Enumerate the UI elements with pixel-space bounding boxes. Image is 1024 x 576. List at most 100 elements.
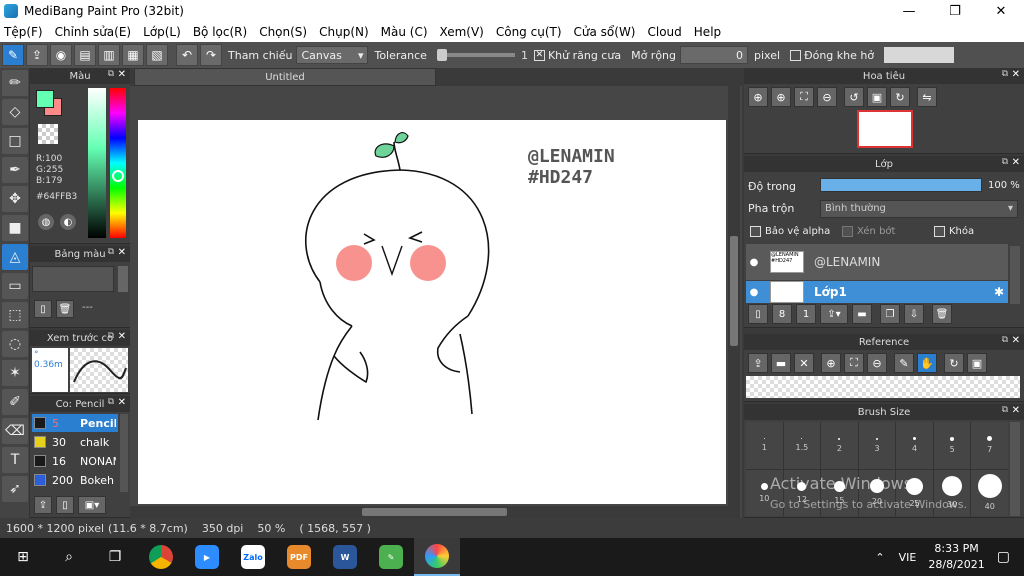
saturation-bar[interactable] — [88, 88, 106, 238]
zoom-app-icon[interactable]: ▶ — [184, 538, 230, 576]
tolerance-slider[interactable] — [436, 49, 515, 61]
upload-icon[interactable]: ⇪ — [26, 44, 48, 66]
zoom-in-icon[interactable]: ⊕ — [771, 87, 791, 107]
palette-icon[interactable]: ◍ — [38, 214, 54, 230]
grid-icon[interactable]: ▧ — [146, 44, 168, 66]
menu-file[interactable]: Tệp(F) — [4, 25, 43, 39]
zoom-out-icon[interactable]: ⊖ — [817, 87, 837, 107]
zoom-out-icon[interactable]: ⊖ — [867, 353, 887, 373]
layer-row-layer1[interactable]: ● Lớp1 ✱ — [746, 281, 1008, 303]
upload-reference-icon[interactable]: ⇪ — [748, 353, 768, 373]
fill-shape-tool-icon[interactable]: ■ — [2, 215, 28, 241]
gradient-tool-icon[interactable]: ▭ — [2, 273, 28, 299]
hand-icon[interactable]: ✋ — [917, 353, 937, 373]
lock-option[interactable]: Khóa — [934, 226, 974, 237]
layer-row-lenamin[interactable]: ● @LENAMIN #HD247 @LENAMIN — [746, 244, 1008, 280]
protect-alpha-checkbox[interactable] — [750, 226, 761, 237]
chat-icon[interactable]: ▤ — [74, 44, 96, 66]
pdf-app-icon[interactable]: PDF — [276, 538, 322, 576]
reset-view-icon[interactable]: ▣ — [967, 353, 987, 373]
canvas-paper[interactable]: @LENAMIN #HD247 — [138, 120, 726, 504]
operation-tool-icon[interactable]: ➶ — [2, 476, 28, 502]
maximize-button[interactable]: ❐ — [932, 0, 978, 22]
rectangle-tool-icon[interactable]: □ — [2, 128, 28, 154]
language-indicator[interactable]: VIE — [899, 551, 917, 564]
zoom-in-icon[interactable]: ⊕ — [821, 353, 841, 373]
delete-palette-icon[interactable]: 🗑 — [56, 300, 74, 318]
flip-horizontal-icon[interactable]: ⇋ — [917, 87, 937, 107]
maximize-panel-icon[interactable]: ⧉ — [1002, 157, 1008, 167]
brush-size-option[interactable]: 1.5 — [783, 422, 821, 469]
close-gap-checkbox[interactable] — [790, 49, 802, 61]
brush-size-option[interactable]: 5 — [933, 422, 971, 469]
select-rect-tool-icon[interactable]: ⬚ — [2, 302, 28, 328]
hue-knob[interactable] — [112, 170, 124, 182]
close-panel-icon[interactable]: ✕ — [118, 69, 126, 80]
reset-view-icon[interactable]: ▣ — [867, 87, 887, 107]
clipping-checkbox[interactable] — [842, 226, 853, 237]
new-brush-icon[interactable]: ▯ — [56, 496, 74, 514]
brush-size-option[interactable]: 2 — [821, 422, 858, 469]
scrollbar-thumb[interactable] — [362, 508, 507, 516]
visibility-icon[interactable]: ● — [746, 287, 762, 298]
close-panel-icon[interactable]: ✕ — [1012, 157, 1020, 168]
brush-tool-icon[interactable]: ✏ — [2, 70, 28, 96]
maximize-panel-icon[interactable]: ⧉ — [108, 69, 114, 79]
menu-select[interactable]: Chọn(S) — [259, 25, 307, 39]
visibility-icon[interactable]: ● — [746, 257, 762, 268]
canvas-horizontal-scrollbar[interactable] — [130, 506, 728, 518]
new-layer-icon[interactable]: ▯ — [748, 304, 768, 324]
tolerance-slider-knob[interactable] — [436, 49, 447, 61]
maximize-panel-icon[interactable]: ⧉ — [108, 397, 114, 407]
antialias-checkbox[interactable]: ✕ — [533, 49, 545, 61]
menu-snap[interactable]: Chụp(N) — [319, 25, 369, 39]
comment-icon[interactable]: ◉ — [50, 44, 72, 66]
select-eraser-tool-icon[interactable]: ⌫ — [2, 418, 28, 444]
tab-untitled[interactable]: Untitled — [134, 68, 436, 86]
task-view-icon[interactable]: ❐ — [92, 538, 138, 576]
eraser-tool-icon[interactable]: ◇ — [2, 99, 28, 125]
close-panel-icon[interactable]: ✕ — [1012, 405, 1020, 416]
brush-item-noname[interactable]: 16 NONAME — [32, 452, 118, 470]
hue-bar[interactable] — [110, 88, 126, 238]
maximize-panel-icon[interactable]: ⧉ — [108, 247, 114, 257]
opacity-slider[interactable] — [820, 178, 982, 192]
brush-size-option[interactable]: 1 — [746, 422, 783, 469]
chrome-app-icon[interactable] — [138, 538, 184, 576]
close-panel-icon[interactable]: ✕ — [1012, 69, 1020, 80]
move-tool-icon[interactable]: ✥ — [2, 186, 28, 212]
delete-layer-icon[interactable]: 🗑 — [932, 304, 952, 324]
new-8bit-layer-icon[interactable]: 8 — [772, 304, 792, 324]
magic-wand-tool-icon[interactable]: ✶ — [2, 360, 28, 386]
layout-icon[interactable]: ▦ — [122, 44, 144, 66]
menu-window[interactable]: Cửa sổ(W) — [574, 25, 636, 39]
rotate-icon[interactable]: ↻ — [944, 353, 964, 373]
palette-area[interactable] — [32, 266, 114, 292]
close-panel-icon[interactable]: ✕ — [1012, 335, 1020, 346]
transparent-swatch[interactable] — [38, 124, 58, 144]
fill-mode-icon[interactable]: ✎ — [2, 44, 24, 66]
canvas-vertical-scrollbar[interactable] — [728, 86, 740, 518]
fit-window-icon[interactable]: ⛶ — [794, 87, 814, 107]
brush-size-option[interactable]: 40 — [971, 469, 1008, 516]
layer-list-scrollbar[interactable] — [1010, 246, 1020, 304]
brush-list-scrollbar[interactable] — [120, 414, 128, 492]
notification-icon[interactable]: ▢ — [997, 549, 1010, 565]
minimize-button[interactable]: — — [886, 0, 932, 22]
close-panel-icon[interactable]: ✕ — [118, 331, 126, 342]
scrollbar-thumb[interactable] — [730, 236, 738, 346]
navigator-thumbnail[interactable] — [857, 110, 913, 148]
search-icon[interactable]: ⌕ — [46, 538, 92, 576]
brush-size-scrollbar[interactable] — [1010, 422, 1020, 516]
select-pen-tool-icon[interactable]: ✐ — [2, 389, 28, 415]
lock-checkbox[interactable] — [934, 226, 945, 237]
brush-size-option[interactable]: 3 — [858, 422, 896, 469]
dot-tool-icon[interactable]: ✒ — [2, 157, 28, 183]
maximize-panel-icon[interactable]: ⧉ — [108, 331, 114, 341]
reference-image-area[interactable] — [746, 376, 1020, 398]
close-reference-icon[interactable]: ✕ — [794, 353, 814, 373]
chevron-up-icon[interactable]: ⌃ — [875, 551, 884, 564]
add-brush-icon[interactable]: ⇪ — [34, 496, 52, 514]
menu-layer[interactable]: Lớp(L) — [143, 25, 181, 39]
maximize-panel-icon[interactable]: ⧉ — [1002, 69, 1008, 79]
